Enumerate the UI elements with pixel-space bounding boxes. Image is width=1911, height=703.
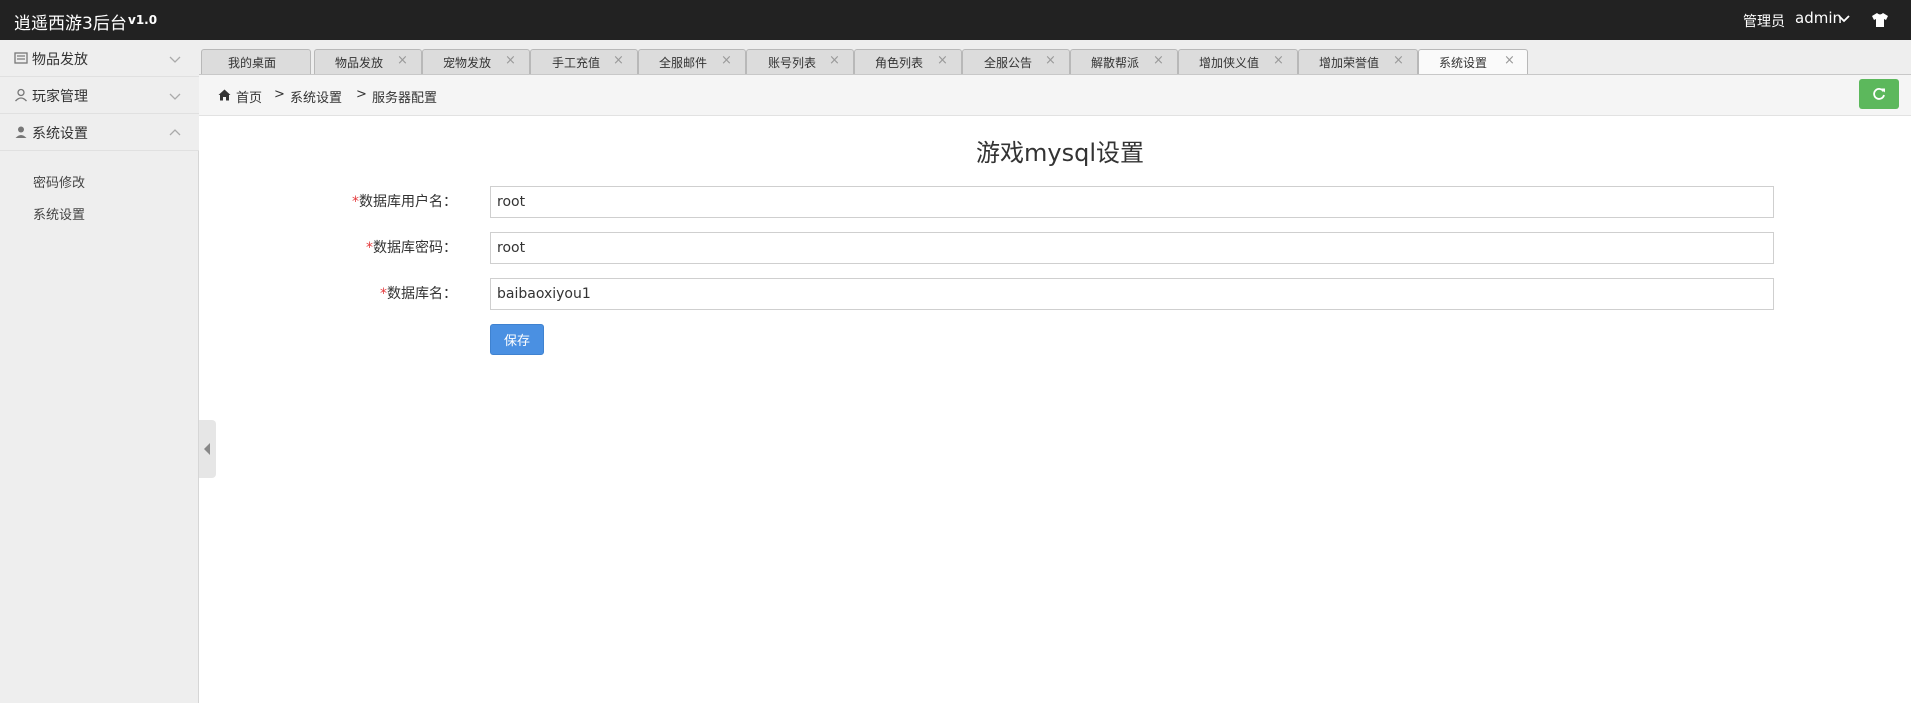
breadcrumb-item[interactable]: 系统设置 (290, 87, 342, 106)
sidebar-item-system-settings[interactable]: 系统设置 (0, 114, 199, 151)
user-menu[interactable]: admin (1795, 9, 1842, 27)
tab-label: 我的桌面 (228, 56, 277, 70)
required-mark: * (380, 286, 387, 302)
home-icon (218, 89, 231, 101)
label-text: 数据库名： (387, 286, 457, 302)
tab-add-honor[interactable]: 增加荣誉值 × (1298, 49, 1418, 74)
close-icon[interactable]: × (1504, 53, 1515, 68)
close-icon[interactable]: × (937, 53, 948, 68)
tab-label: 解散帮派 (1091, 56, 1140, 70)
label-text: 数据库密码： (373, 240, 457, 256)
tab-item-distribution[interactable]: 物品发放 × (314, 49, 422, 74)
sidebar-subitem-system-settings[interactable]: 系统设置 (33, 204, 85, 223)
tab-label: 手工充值 (552, 56, 601, 70)
user-outline-icon (15, 88, 27, 102)
close-icon[interactable]: × (1393, 53, 1404, 68)
tab-label: 增加侠义值 (1199, 56, 1260, 70)
breadcrumb-item: 服务器配置 (372, 91, 438, 106)
chevron-up-icon (169, 129, 181, 136)
db-username-label: *数据库用户名： (297, 191, 457, 211)
tab-label: 账号列表 (768, 56, 817, 70)
breadcrumb-home[interactable]: 首页 (236, 87, 262, 106)
db-name-input[interactable] (490, 278, 1774, 310)
close-icon[interactable]: × (505, 53, 516, 68)
shirt-icon[interactable] (1871, 12, 1889, 28)
tab-add-chivalry[interactable]: 增加侠义值 × (1178, 49, 1298, 74)
user-role: 管理员 (1743, 14, 1785, 30)
sidebar-item-label: 系统设置 (32, 126, 88, 142)
tab-label: 物品发放 (335, 56, 384, 70)
refresh-button[interactable] (1859, 79, 1899, 109)
page-title: 游戏mysql设置 (976, 139, 1144, 167)
db-username-input[interactable] (490, 186, 1774, 218)
sidebar-item-item-distribution[interactable]: 物品发放 (0, 40, 199, 77)
close-icon[interactable]: × (397, 53, 408, 68)
tab-manual-recharge[interactable]: 手工充值 × (530, 49, 638, 74)
tab-label: 增加荣誉值 (1319, 56, 1380, 70)
tab-pet-distribution[interactable]: 宠物发放 × (422, 49, 530, 74)
chevron-down-icon[interactable] (1837, 12, 1851, 26)
required-mark: * (366, 240, 373, 256)
sidebar-item-player-management[interactable]: 玩家管理 (0, 77, 199, 114)
top-bar: 逍遥西游3后台 v1.0 管理员 admin (0, 0, 1911, 40)
close-icon[interactable]: × (829, 53, 840, 68)
tab-disband-guild[interactable]: 解散帮派 × (1070, 49, 1178, 74)
tab-role-list[interactable]: 角色列表 × (854, 49, 962, 74)
breadcrumb-separator: > (274, 87, 285, 102)
app-version: v1.0 (128, 13, 158, 27)
save-button[interactable]: 保存 (490, 324, 544, 355)
caret-left-icon (204, 443, 210, 455)
sidebar-item-label: 玩家管理 (32, 89, 88, 105)
close-icon[interactable]: × (1273, 53, 1284, 68)
breadcrumb: 首页 > 系统设置 > 服务器配置 (199, 75, 1911, 116)
refresh-icon (1873, 88, 1885, 100)
tab-server-mail[interactable]: 全服邮件 × (638, 49, 746, 74)
breadcrumb-separator: > (356, 87, 367, 102)
db-password-label: *数据库密码： (297, 237, 457, 257)
db-name-label: *数据库名： (297, 283, 457, 303)
label-text: 数据库用户名： (359, 194, 457, 210)
sidebar: 物品发放 玩家管理 系统设置 密码修改 系统设置 (0, 40, 199, 703)
sidebar-subitem-password-change[interactable]: 密码修改 (33, 172, 85, 191)
tab-label: 角色列表 (875, 56, 924, 70)
tab-account-list[interactable]: 账号列表 × (746, 49, 854, 74)
tab-label: 系统设置 (1439, 56, 1488, 70)
user-icon (15, 126, 27, 138)
close-icon[interactable]: × (613, 53, 624, 68)
app-title: 逍遥西游3后台 (14, 14, 127, 34)
close-icon[interactable]: × (1153, 53, 1164, 68)
tab-label: 宠物发放 (443, 56, 492, 70)
tab-server-announcement[interactable]: 全服公告 × (962, 49, 1070, 74)
tab-label: 全服公告 (984, 56, 1033, 70)
sidebar-collapse-handle[interactable] (199, 420, 216, 478)
tab-my-desktop[interactable]: 我的桌面 (201, 49, 311, 74)
close-icon[interactable]: × (1045, 53, 1056, 68)
list-icon (14, 52, 28, 64)
tab-label: 全服邮件 (659, 56, 708, 70)
tab-bar: 我的桌面 物品发放 × 宠物发放 × 手工充值 × 全服邮件 × 账号列表 × … (199, 40, 1911, 75)
chevron-down-icon (169, 93, 181, 100)
chevron-down-icon (169, 56, 181, 63)
required-mark: * (352, 194, 359, 210)
sidebar-item-label: 物品发放 (32, 52, 88, 68)
db-password-input[interactable] (490, 232, 1774, 264)
tab-system-settings[interactable]: 系统设置 × (1418, 49, 1528, 74)
close-icon[interactable]: × (721, 53, 732, 68)
